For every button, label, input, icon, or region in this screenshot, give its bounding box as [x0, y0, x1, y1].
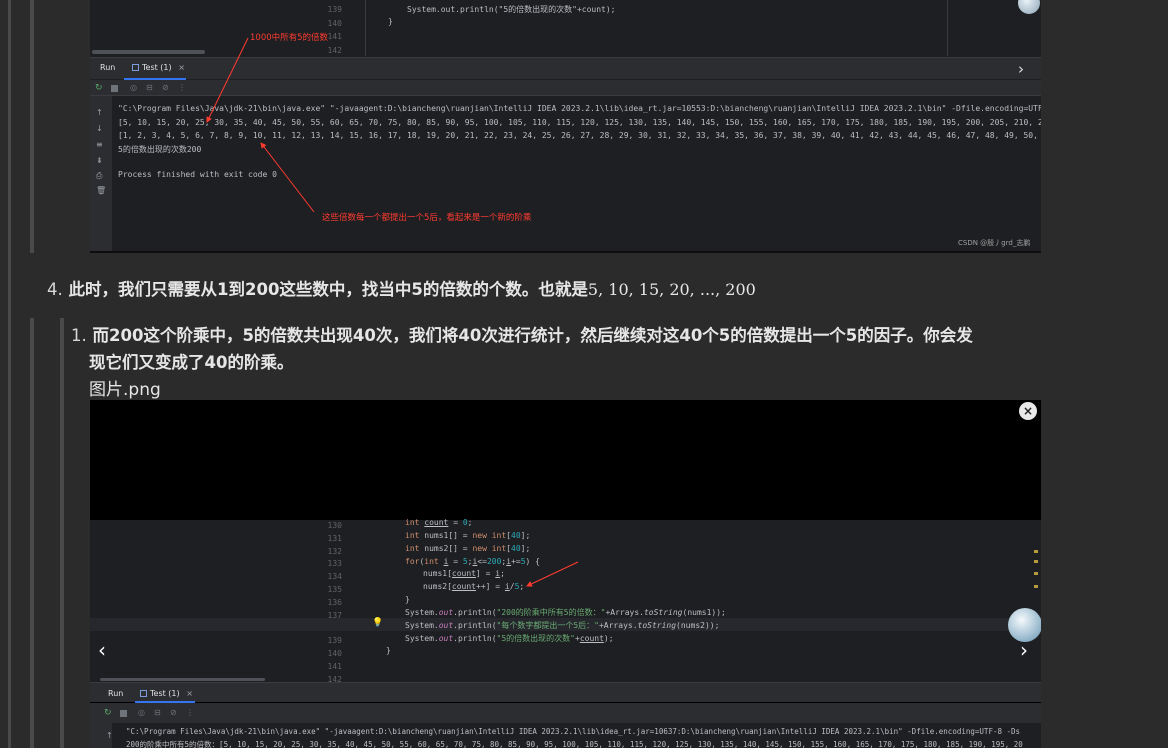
- list-item-text: 此时，我们只需要从1到200这些数中，找当中5的倍数的个数。也就是: [68, 280, 588, 299]
- watermark: CSDN @殷丿grd_志鹏: [958, 239, 1031, 247]
- annotation-arrows: [206, 37, 315, 213]
- annotation-arrow: [206, 37, 249, 123]
- list-item-text-line1: 而200这个阶乘中，5的倍数共出现40次，我们将40次进行统计，然后继续对这40…: [92, 326, 973, 345]
- list-item-1: 1. 而200这个阶乘中，5的倍数共出现40次，我们将40次进行统计，然后继续对…: [71, 322, 973, 346]
- previous-image-button[interactable]: ‹: [98, 638, 106, 662]
- list-item-4: 4. 此时，我们只需要从1到200这些数中，找当中5的倍数的个数。也就是5, 1…: [47, 276, 756, 300]
- annotation-arrow: [260, 142, 315, 213]
- math-sequence: 5, 10, 15, 20, ..., 200: [587, 280, 756, 299]
- blockquote-bar-nested: [30, 318, 34, 748]
- list-number: 1.: [71, 326, 87, 345]
- blockquote-bar-nested-2: [60, 318, 64, 748]
- list-item-1-line2: 现它们又变成了40的阶乘。: [89, 353, 294, 372]
- image-caption: 图片.png: [89, 380, 161, 400]
- image-viewer: × 130 131 132 133 134 135 136 137 138 13…: [90, 400, 1041, 748]
- list-number: 4.: [47, 280, 63, 299]
- blockquote-bar-left: [8, 0, 11, 748]
- next-image-button[interactable]: ›: [1020, 638, 1028, 662]
- blockquote-bar-inner: [30, 0, 34, 253]
- screenshot-ide-console-1: 139 140 141 142 System.out.println("5的倍数…: [90, 0, 1041, 253]
- image-bottom-edge: [90, 251, 1041, 253]
- annotation-arrow: [526, 561, 579, 587]
- annotation-arrows: [526, 561, 579, 587]
